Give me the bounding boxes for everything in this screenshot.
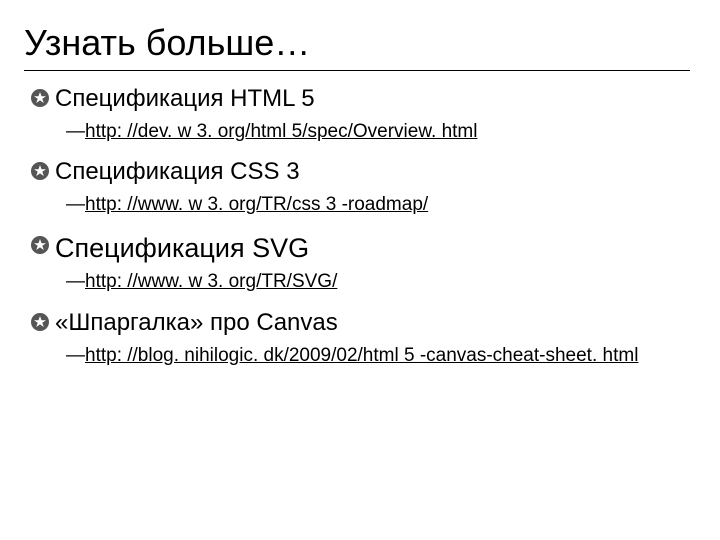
list-item: Спецификация HTML 5 —http: //dev. w 3. or…: [30, 85, 680, 144]
item-link[interactable]: http: //www. w 3. org/TR/css 3 -roadmap/: [85, 194, 428, 215]
list-item: «Шпаргалка» про Canvas —http: //blog. nih…: [30, 309, 680, 368]
item-title: Спецификация SVG: [55, 232, 309, 264]
item-title: Спецификация CSS 3: [55, 158, 300, 187]
item-link[interactable]: http: //blog. nihilogic. dk/2009/02/html…: [85, 345, 638, 366]
star-bullet-icon: [30, 161, 50, 181]
item-link[interactable]: http: //www. w 3. org/TR/SVG/: [85, 271, 337, 292]
star-bullet-icon: [30, 235, 50, 255]
item-title: «Шпаргалка» про Canvas: [55, 309, 338, 338]
item-sub: —http: //www. w 3. org/TR/SVG/: [66, 270, 680, 295]
items-list: Спецификация HTML 5—http: //dev. w 3. or…: [30, 85, 680, 369]
item-sub: —http: //blog. nihilogic. dk/2009/02/htm…: [66, 344, 680, 369]
page-title: Узнать больше…: [24, 22, 690, 71]
item-sub: —http: //www. w 3. org/TR/css 3 -roadmap…: [66, 193, 680, 218]
dash-icon: —: [66, 345, 85, 366]
star-bullet-icon: [30, 88, 50, 108]
list-item: Спецификация CSS 3 —http: //www. w 3. org…: [30, 158, 680, 217]
dash-icon: —: [66, 271, 85, 292]
star-bullet-icon: [30, 312, 50, 332]
dash-icon: —: [66, 121, 85, 142]
list-item: Спецификация SVG —http: //www. w 3. org/T…: [30, 232, 680, 295]
item-link[interactable]: http: //dev. w 3. org/html 5/spec/Overvi…: [85, 121, 477, 142]
dash-icon: —: [66, 194, 85, 215]
item-title: Спецификация HTML 5: [55, 85, 315, 114]
item-sub: —http: //dev. w 3. org/html 5/spec/Overv…: [66, 120, 680, 145]
